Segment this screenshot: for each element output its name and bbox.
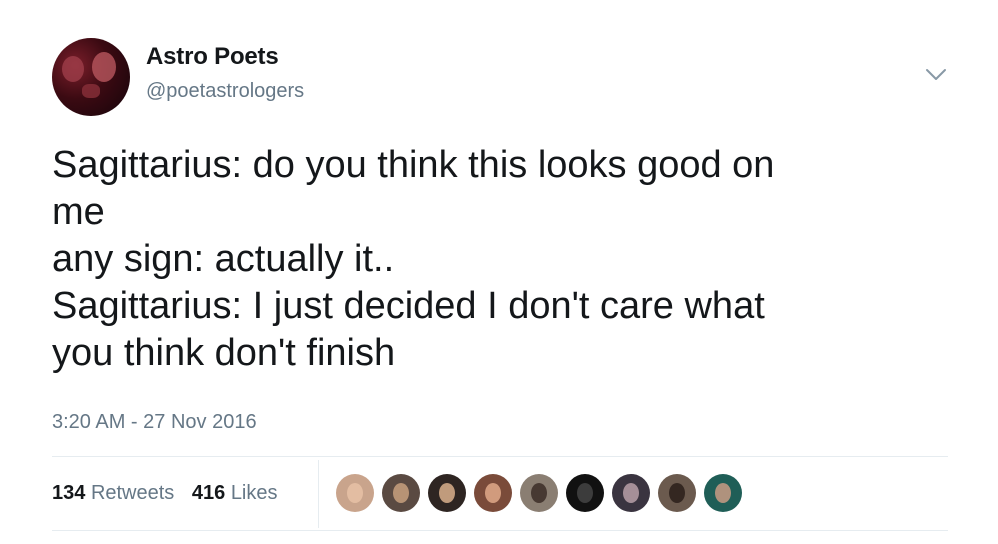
tweet-text-line: Sagittarius: do you think this looks goo… [52, 144, 775, 186]
tweet-stats: 134 Retweets 416 Likes [52, 482, 290, 505]
retweets-label: Retweets [90, 482, 175, 504]
liker-avatar-face [347, 483, 363, 503]
liker-avatars [336, 474, 742, 512]
likes-label: Likes [230, 482, 278, 504]
avatar-hand [82, 84, 100, 98]
liker-avatar-face [669, 483, 685, 503]
liker-avatar-face [715, 483, 731, 503]
stats-divider-top [52, 456, 948, 457]
liker-avatar-face [623, 483, 639, 503]
liker-avatar[interactable] [428, 474, 466, 512]
tweet-text: Sagittarius: do you think this looks goo… [52, 142, 932, 377]
liker-avatar[interactable] [382, 474, 420, 512]
avatar-face-right [92, 52, 116, 82]
tweet-text-line: you think don't finish [52, 332, 396, 374]
liker-avatar-face [577, 483, 593, 503]
liker-avatar[interactable] [704, 474, 742, 512]
liker-avatar-face [531, 483, 547, 503]
liker-avatar[interactable] [474, 474, 512, 512]
avatar-face-left [62, 56, 84, 82]
tweet-timestamp[interactable]: 3:20 AM - 27 Nov 2016 [52, 411, 257, 434]
stats-vertical-divider [318, 460, 319, 528]
tweet-text-line: any sign: actually it.. [52, 238, 395, 280]
author-avatar[interactable] [52, 38, 130, 116]
liker-avatar[interactable] [566, 474, 604, 512]
chevron-down-icon[interactable] [924, 66, 948, 84]
author-handle[interactable]: @poetastrologers [146, 80, 304, 103]
retweets-stat[interactable]: 134 Retweets [52, 482, 174, 505]
liker-avatar[interactable] [658, 474, 696, 512]
liker-avatar-face [485, 483, 501, 503]
retweets-count: 134 [52, 482, 86, 504]
liker-avatar-face [393, 483, 409, 503]
stats-divider-bottom [52, 530, 948, 531]
liker-avatar[interactable] [520, 474, 558, 512]
liker-avatar[interactable] [612, 474, 650, 512]
liker-avatar-face [439, 483, 455, 503]
author-name[interactable]: Astro Poets [146, 43, 279, 71]
tweet-text-line: Sagittarius: I just decided I don't care… [52, 285, 765, 327]
tweet-card: Astro Poets @poetastrologers Sagittarius… [0, 0, 998, 544]
likes-stat[interactable]: 416 Likes [192, 482, 278, 505]
likes-count: 416 [191, 482, 226, 504]
liker-avatar[interactable] [336, 474, 374, 512]
tweet-text-line: me [52, 191, 105, 233]
